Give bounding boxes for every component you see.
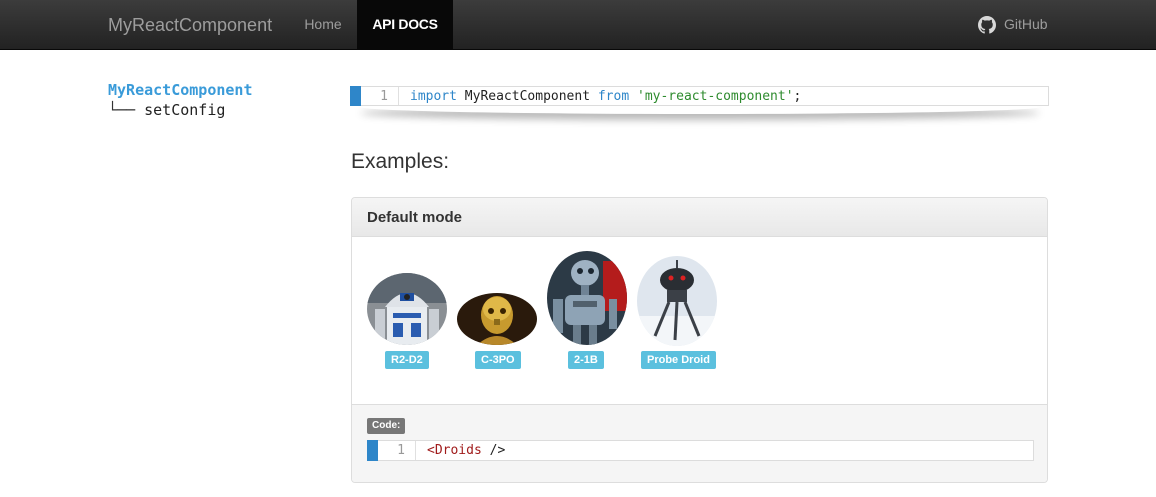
droid-card-c3po[interactable]: C-3PO: [457, 293, 537, 370]
code-label: Code:: [367, 418, 406, 434]
probe-droid-image: [637, 256, 717, 346]
nav-api-docs-link[interactable]: API DOCS: [357, 0, 453, 49]
statement-terminator: ;: [793, 89, 802, 104]
c3po-image: [457, 293, 537, 345]
2-1b-image: [547, 251, 627, 345]
droid-card-probe-droid[interactable]: Probe Droid: [637, 256, 717, 370]
line-number: 1: [378, 441, 416, 460]
droid-card-2-1b[interactable]: 2-1B: [547, 251, 627, 370]
tree-root-link[interactable]: MyReactComponent: [108, 80, 253, 100]
panel-title: Default mode: [352, 198, 1047, 237]
sidebar-tree: MyReactComponent └── setConfig: [108, 80, 253, 120]
import-code-block: 1 import MyReactComponent from 'my-react…: [350, 86, 1049, 106]
droid-card-r2d2[interactable]: R2-D2: [367, 273, 447, 370]
jsx-statement: <Droids />: [427, 441, 505, 460]
r2d2-image: [367, 273, 447, 345]
code-line-marker: [350, 86, 361, 106]
import-module-string: 'my-react-component': [637, 89, 794, 104]
nav-home-link[interactable]: Home: [290, 0, 356, 49]
jsx-tag-close: />: [481, 443, 506, 458]
keyword-import: import: [410, 89, 457, 104]
tree-item-label: setConfig: [144, 101, 226, 119]
jsx-tag-open: <Droids: [427, 443, 482, 458]
droid-name-badge: R2-D2: [385, 351, 429, 369]
github-label: GitHub: [1004, 16, 1048, 32]
top-navbar: MyReactComponent Home API DOCS GitHub: [0, 0, 1156, 50]
import-identifier: MyReactComponent: [464, 89, 591, 104]
examples-heading: Examples:: [351, 150, 450, 173]
tree-item-setconfig[interactable]: └── setConfig: [108, 100, 253, 120]
keyword-from: from: [597, 89, 630, 104]
line-number: 1: [361, 87, 399, 105]
droid-name-badge: Probe Droid: [641, 351, 716, 369]
code-line-marker: [367, 440, 378, 461]
example-panel: Default mode R2-D2 C-3PO 2-1B Probe Droi…: [351, 197, 1048, 483]
droid-name-badge: 2-1B: [568, 351, 604, 369]
panel-body: R2-D2 C-3PO 2-1B Probe Droid: [352, 237, 1047, 404]
droid-name-badge: C-3PO: [475, 351, 521, 369]
tree-branch-glyph: └──: [108, 101, 136, 119]
navbar-brand[interactable]: MyReactComponent: [108, 0, 272, 50]
example-code-block: 1 <Droids />: [367, 440, 1034, 461]
nav-github-link[interactable]: GitHub: [978, 0, 1050, 49]
panel-footer: Code: 1 <Droids />: [352, 404, 1047, 482]
import-statement: import MyReactComponent from 'my-react-c…: [410, 87, 801, 106]
github-icon: [978, 16, 996, 34]
